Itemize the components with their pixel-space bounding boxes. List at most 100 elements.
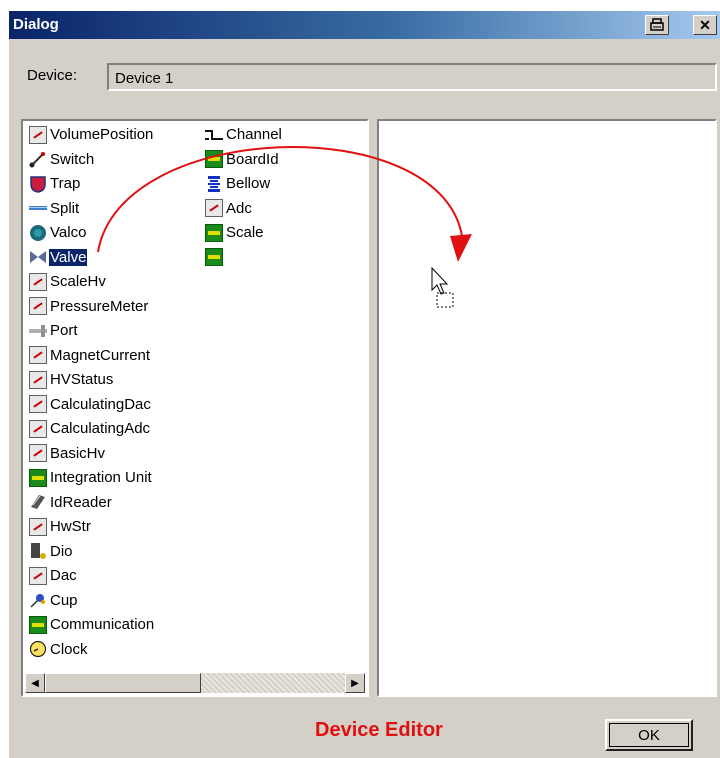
device-type-item[interactable] <box>205 246 227 269</box>
dialog-window: Dialog ✕ Device: Device 1 Scale Adc Bellow… <box>8 10 720 758</box>
scroll-thumb[interactable] <box>45 673 201 693</box>
device-type-list[interactable]: Scale Adc Bellow BoardId Channel Clock Communi… <box>21 119 369 697</box>
device-type-label: BoardId <box>226 150 279 168</box>
device-type-label: Dio <box>50 542 73 560</box>
device-type-item[interactable]: Port <box>29 319 79 342</box>
device-type-label: PressureMeter <box>50 297 149 315</box>
ok-button[interactable]: OK <box>605 719 693 751</box>
device-label: Device: <box>27 67 78 84</box>
device-type-label: HVStatus <box>50 371 114 388</box>
device-type-item[interactable]: Bellow <box>205 172 271 195</box>
clock-icon <box>29 640 47 658</box>
device-type-label: Valve <box>49 248 88 266</box>
device-type-label: Integration Unit <box>50 469 152 486</box>
gauge-icon <box>29 395 47 413</box>
device-type-item[interactable]: IdReader <box>29 491 113 514</box>
valve-icon <box>30 251 46 263</box>
device-type-label: BasicHv <box>50 444 106 462</box>
device-type-item[interactable]: BasicHv <box>29 442 106 465</box>
device-type-item[interactable]: Communication <box>29 613 155 636</box>
device-type-item[interactable]: CalculatingDac <box>29 393 152 416</box>
device-type-label: Dac <box>50 567 77 584</box>
device-type-item[interactable]: Dio <box>29 540 74 563</box>
cup-icon <box>30 594 45 608</box>
device-type-item[interactable]: Valve <box>29 246 88 269</box>
device-type-item[interactable]: Dac <box>29 564 78 587</box>
device-editor-caption: Device Editor <box>315 719 443 741</box>
gauge-icon <box>29 125 47 144</box>
device-type-item[interactable]: Clock <box>29 638 89 661</box>
device-type-label: MagnetCurrent <box>50 346 151 364</box>
trap-icon <box>30 175 46 193</box>
close-icon: ✕ <box>699 16 711 33</box>
device-type-item[interactable]: Valco <box>29 221 87 244</box>
split-icon <box>29 206 47 210</box>
valco-icon <box>30 224 46 241</box>
channel-icon <box>205 129 223 140</box>
device-type-item[interactable]: Split <box>29 197 80 220</box>
gauge-icon <box>205 199 223 217</box>
device-type-label: VolumePosition <box>50 126 154 143</box>
device-value: Device 1 <box>115 70 174 87</box>
device-type-item[interactable]: Switch <box>29 148 95 171</box>
switch-icon <box>29 152 45 168</box>
gauge-icon <box>29 272 47 291</box>
gauge-icon <box>29 517 47 536</box>
device-type-item[interactable]: PressureMeter <box>29 295 149 318</box>
gauge-icon <box>29 297 47 315</box>
device-type-label: IdReader <box>50 493 112 511</box>
device-type-label: Valco <box>50 224 87 241</box>
scroll-left-button[interactable]: ◀ <box>25 673 45 693</box>
device-type-item[interactable]: Scale <box>205 221 265 244</box>
left-arrow-icon: ◀ <box>31 677 39 689</box>
device-type-label: Trap <box>50 175 81 192</box>
close-button[interactable]: ✕ <box>693 15 717 35</box>
device-type-item[interactable]: CalculatingAdc <box>29 417 151 440</box>
device-field[interactable]: Device 1 <box>107 63 717 91</box>
id-reader-icon <box>31 495 45 509</box>
device-type-item[interactable]: Integration Unit <box>29 466 153 489</box>
device-type-label: Clock <box>50 640 88 658</box>
ok-label: OK <box>638 726 660 744</box>
device-type-label: Switch <box>50 150 95 168</box>
device-canvas-panel[interactable] <box>377 119 717 697</box>
device-type-item[interactable]: VolumePosition <box>29 123 154 146</box>
device-type-item[interactable]: HVStatus <box>29 368 114 391</box>
device-type-label: Communication <box>50 616 155 633</box>
device-type-item[interactable]: Adc <box>205 197 253 220</box>
port-icon <box>29 324 47 337</box>
right-arrow-icon: ▶ <box>351 677 359 689</box>
device-type-label: Channel <box>226 126 282 143</box>
board-icon <box>205 150 223 168</box>
gauge-icon <box>29 370 47 389</box>
device-type-label: HwStr <box>50 518 91 535</box>
device-type-item[interactable]: MagnetCurrent <box>29 344 151 367</box>
bellow-icon <box>208 175 220 192</box>
device-type-item[interactable]: Trap <box>29 172 81 195</box>
device-type-item[interactable]: ScaleHv <box>29 270 107 293</box>
device-type-label: CalculatingAdc <box>50 420 151 437</box>
print-button[interactable] <box>645 15 669 35</box>
scroll-right-button[interactable]: ▶ <box>345 673 365 693</box>
device-type-item[interactable]: HwStr <box>29 515 92 538</box>
gauge-icon <box>29 444 47 462</box>
horizontal-scrollbar[interactable]: ◀ ▶ <box>25 673 365 693</box>
device-type-label: Bellow <box>226 175 271 192</box>
device-type-item[interactable]: Cup <box>29 589 79 612</box>
title-bar[interactable]: Dialog ✕ <box>9 11 720 39</box>
device-type-label: CalculatingDac <box>50 395 151 413</box>
gauge-icon <box>29 566 47 585</box>
device-type-label: Cup <box>50 591 78 609</box>
board-icon <box>205 223 223 242</box>
dio-icon <box>31 543 46 559</box>
device-type-label: Scale <box>226 224 264 241</box>
device-type-item[interactable]: Channel <box>205 123 283 146</box>
printer-icon <box>650 18 664 31</box>
dialog-title: Dialog <box>13 16 59 33</box>
device-type-label: Adc <box>226 199 252 217</box>
gauge-icon <box>29 419 47 438</box>
device-type-item[interactable]: BoardId <box>205 148 280 171</box>
gauge-icon <box>29 346 47 364</box>
device-type-label: ScaleHv <box>50 273 106 290</box>
board-icon <box>205 248 223 266</box>
